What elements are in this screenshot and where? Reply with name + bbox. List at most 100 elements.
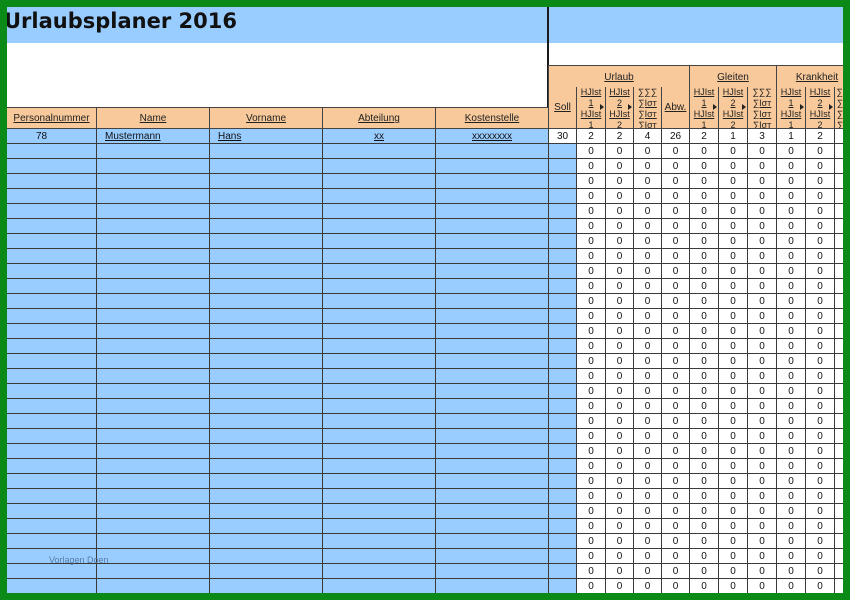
cell-abteilung[interactable] (322, 564, 435, 579)
cell-value[interactable]: 0 (689, 249, 718, 264)
cell-value[interactable]: 0 (605, 564, 633, 579)
cell-value[interactable]: 0 (718, 204, 747, 219)
cell-abteilung[interactable] (322, 219, 435, 234)
cell-name[interactable] (96, 369, 209, 384)
cell-vorname[interactable] (209, 189, 322, 204)
cell-value[interactable]: 0 (805, 159, 834, 174)
cell-value[interactable]: 0 (689, 174, 718, 189)
cell-value[interactable]: 0 (605, 279, 633, 294)
column-header-vorname[interactable]: Vorname (209, 107, 322, 129)
cell-kostenstelle[interactable] (435, 504, 548, 519)
cell-value[interactable]: 0 (834, 354, 843, 369)
cell-value[interactable]: 0 (747, 234, 776, 249)
cell-value[interactable]: 0 (718, 429, 747, 444)
cell-kostenstelle[interactable] (435, 444, 548, 459)
group-header-urlaub[interactable]: Urlaub (548, 65, 689, 87)
cell-value[interactable]: 0 (661, 429, 689, 444)
cell-value[interactable]: 0 (718, 579, 747, 593)
group-header-krankheit[interactable]: Krankheit (776, 65, 843, 87)
cell-value[interactable]: 0 (747, 249, 776, 264)
cell-abteilung[interactable] (322, 549, 435, 564)
cell-kostenstelle[interactable] (435, 174, 548, 189)
cell-personalnummer[interactable] (7, 324, 96, 339)
cell-abteilung[interactable] (322, 519, 435, 534)
cell-value[interactable]: 0 (661, 384, 689, 399)
cell-value[interactable]: 0 (805, 144, 834, 159)
cell-name[interactable] (96, 234, 209, 249)
cell-value[interactable]: 0 (633, 474, 661, 489)
cell-value[interactable]: 0 (605, 549, 633, 564)
sub-header-hj2[interactable]: HJIst 2 HJIst 2 (805, 87, 834, 129)
cell-value[interactable]: 0 (747, 174, 776, 189)
cell-value[interactable]: 0 (661, 369, 689, 384)
cell-kostenstelle[interactable]: xxxxxxxx (435, 129, 548, 144)
cell-value[interactable]: 0 (633, 369, 661, 384)
cell-name[interactable]: Mustermann (96, 129, 209, 144)
cell-vorname[interactable]: Hans (209, 129, 322, 144)
cell-abteilung[interactable] (322, 189, 435, 204)
cell-value[interactable]: 0 (661, 504, 689, 519)
dropdown-arrow-icon[interactable] (628, 104, 632, 110)
cell-value[interactable]: 0 (805, 534, 834, 549)
cell-value[interactable]: 0 (605, 384, 633, 399)
cell-value[interactable]: 0 (776, 519, 805, 534)
cell-value[interactable]: 0 (661, 474, 689, 489)
cell-abteilung[interactable] (322, 369, 435, 384)
cell-value[interactable]: 0 (689, 294, 718, 309)
cell-value[interactable]: 0 (776, 474, 805, 489)
cell-value[interactable]: 0 (747, 444, 776, 459)
cell-value[interactable]: 0 (747, 549, 776, 564)
cell-value[interactable]: 0 (834, 429, 843, 444)
cell-vorname[interactable] (209, 564, 322, 579)
cell-value[interactable]: 0 (633, 564, 661, 579)
sub-header-hj1[interactable]: HJIst 1 HJIst 1 (576, 87, 605, 129)
cell-value[interactable]: 0 (661, 144, 689, 159)
cell-value[interactable]: 0 (834, 444, 843, 459)
cell-value[interactable]: 0 (776, 339, 805, 354)
cell-value[interactable]: 0 (605, 444, 633, 459)
cell-value[interactable]: 0 (605, 249, 633, 264)
cell-personalnummer[interactable] (7, 564, 96, 579)
cell-personalnummer[interactable] (7, 204, 96, 219)
cell-value[interactable]: 0 (747, 354, 776, 369)
cell-kostenstelle[interactable] (435, 474, 548, 489)
cell-value[interactable]: 0 (576, 549, 605, 564)
cell-value[interactable]: 0 (747, 189, 776, 204)
cell-value[interactable]: 0 (834, 399, 843, 414)
cell-value[interactable]: 0 (661, 399, 689, 414)
cell-value[interactable]: 0 (805, 279, 834, 294)
cell-value[interactable]: 0 (776, 204, 805, 219)
cell-value[interactable]: 0 (689, 219, 718, 234)
cell-value[interactable]: 0 (776, 564, 805, 579)
cell-value[interactable]: 0 (718, 249, 747, 264)
cell-personalnummer[interactable] (7, 309, 96, 324)
cell-value[interactable]: 0 (605, 234, 633, 249)
cell-value[interactable]: 0 (576, 294, 605, 309)
cell-value[interactable]: 0 (576, 204, 605, 219)
cell-value[interactable]: 0 (661, 444, 689, 459)
cell-value[interactable]: 0 (776, 189, 805, 204)
cell-soll[interactable] (548, 369, 576, 384)
cell-value[interactable]: 0 (633, 504, 661, 519)
cell-kostenstelle[interactable] (435, 519, 548, 534)
cell-value[interactable]: 0 (776, 249, 805, 264)
cell-value[interactable]: 0 (776, 549, 805, 564)
cell-value[interactable]: 0 (633, 144, 661, 159)
cell-value[interactable]: 0 (834, 414, 843, 429)
cell-value[interactable]: 0 (576, 249, 605, 264)
cell-value[interactable]: 0 (633, 234, 661, 249)
cell-value[interactable]: 0 (718, 354, 747, 369)
cell-value[interactable]: 0 (633, 249, 661, 264)
cell-value[interactable]: 0 (834, 324, 843, 339)
cell-value[interactable]: 0 (661, 339, 689, 354)
cell-value[interactable]: 0 (805, 294, 834, 309)
cell-value[interactable]: 0 (805, 234, 834, 249)
cell-soll[interactable] (548, 279, 576, 294)
cell-value[interactable]: 0 (633, 384, 661, 399)
cell-value[interactable]: 0 (633, 204, 661, 219)
cell-value[interactable]: 0 (605, 219, 633, 234)
dropdown-arrow-icon[interactable] (600, 104, 604, 110)
cell-value[interactable]: 0 (805, 444, 834, 459)
cell-value[interactable]: 0 (576, 144, 605, 159)
cell-vorname[interactable] (209, 294, 322, 309)
